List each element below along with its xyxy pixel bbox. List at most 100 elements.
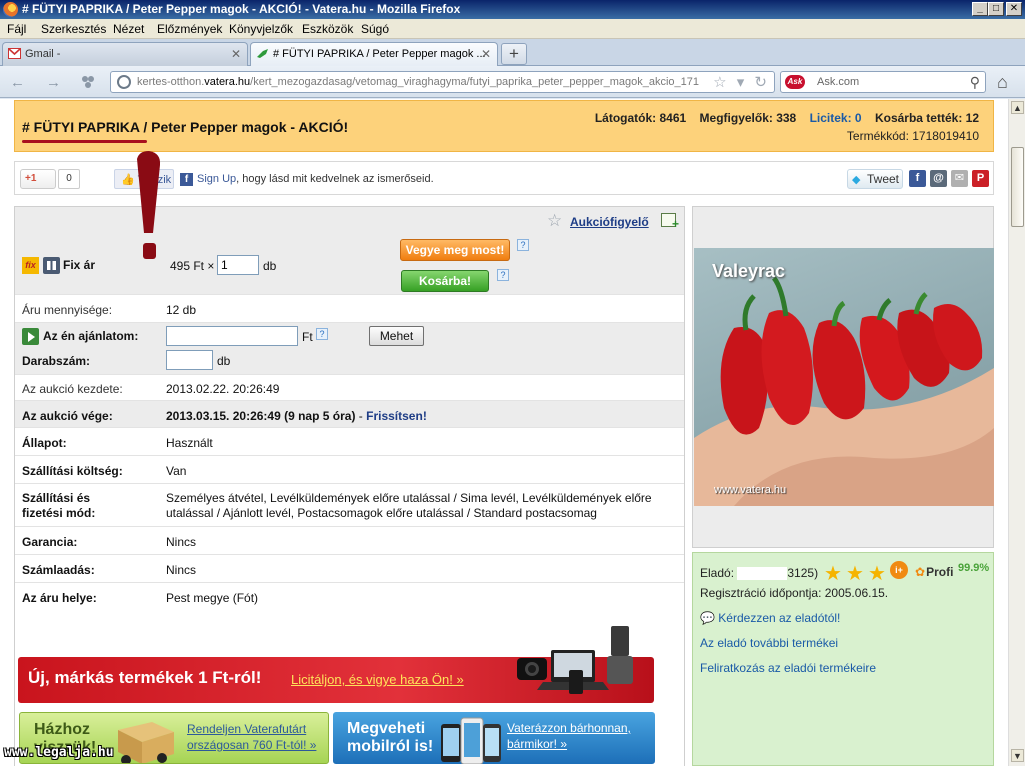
offer-row: Az én ajánlatom: Ft ? Mehet Darabszám: d… xyxy=(15,323,684,375)
watcher-count: Megfigyelők: 338 xyxy=(699,111,797,125)
tab-gmail[interactable]: Gmail - ✕ xyxy=(2,42,248,66)
facebook-share-icon[interactable]: f xyxy=(909,170,926,187)
invoice-value: Nincs xyxy=(166,563,197,577)
navigation-bar: ← → kertes-otthon.vatera.hu/kert_mezogaz… xyxy=(0,66,1025,98)
firefox-logo-icon xyxy=(3,2,18,17)
google-plus-count: 0 xyxy=(58,169,80,189)
menu-history[interactable]: Előzmények xyxy=(157,22,222,36)
state-label: Állapot: xyxy=(22,436,67,450)
search-bar[interactable]: Ask Ask.com ⚲ xyxy=(780,71,986,93)
menu-help[interactable]: Súgó xyxy=(361,22,389,36)
scroll-down-icon[interactable]: ▼ xyxy=(1011,749,1024,762)
facebook-signup-link[interactable]: Sign Up xyxy=(197,173,236,185)
ask-seller-link[interactable]: 💬 Kérdezzen az eladótól! xyxy=(700,611,840,625)
menu-view[interactable]: Nézet xyxy=(113,22,144,36)
minimize-button[interactable]: _ xyxy=(972,2,988,16)
fix-grid-icon xyxy=(43,257,60,274)
seller-name-redacted[interactable] xyxy=(737,567,788,581)
buy-help-icon[interactable]: ? xyxy=(517,239,529,251)
unit-price: 495 Ft × xyxy=(170,259,215,273)
offer-unit: Ft xyxy=(302,330,313,344)
quantity-input[interactable] xyxy=(217,255,259,275)
end-value: 2013.03.15. 20:26:49 (9 nap 5 óra) - Fri… xyxy=(166,409,427,423)
subscribe-seller-link[interactable]: Feliratkozás az eladói termékeire xyxy=(700,661,876,675)
fixed-price-row: fix Fix ár 495 Ft × db Vegye meg most! ?… xyxy=(15,235,684,295)
product-code: Termékkód: 1718019410 xyxy=(846,129,979,143)
search-icon[interactable]: ⚲ xyxy=(970,74,980,91)
tab-close-icon[interactable]: ✕ xyxy=(231,47,241,61)
menu-file[interactable]: Fájl xyxy=(7,22,26,36)
auction-watch-link[interactable]: Aukciófigyelő xyxy=(570,215,649,229)
share-icon[interactable]: @ xyxy=(930,170,947,187)
product-image[interactable]: Valeyrac www.vatera.hu xyxy=(694,248,994,506)
basket-help-icon[interactable]: ? xyxy=(497,269,509,281)
vertical-scrollbar[interactable]: ▲ ▼ xyxy=(1008,99,1025,766)
count-input[interactable] xyxy=(166,350,213,370)
add-watch-icon[interactable] xyxy=(661,213,679,231)
tab-vatera[interactable]: # FÜTYI PAPRIKA / Peter Pepper magok ...… xyxy=(250,42,498,67)
basket-count: Kosárba tették: 12 xyxy=(874,111,979,125)
back-button[interactable]: ← xyxy=(10,74,25,91)
bookmark-star-icon[interactable]: ☆ ▾ ↻ xyxy=(713,73,770,91)
start-label: Az aukció kezdete: xyxy=(22,382,123,396)
new-tab-button[interactable]: + xyxy=(501,43,527,65)
state-row: Állapot: Használt xyxy=(15,428,684,456)
pinterest-icon[interactable]: P xyxy=(972,170,989,187)
quantity-unit: db xyxy=(263,259,277,273)
ask-logo-icon[interactable]: Ask xyxy=(785,75,805,89)
tab-label: # FÜTYI PAPRIKA / Peter Pepper magok ... xyxy=(273,48,486,60)
facebook-icon: f xyxy=(180,173,193,186)
maximize-button[interactable]: □ xyxy=(988,2,1004,16)
shipping-mode-row: Szállítási és fizetési mód: Személyes át… xyxy=(15,484,684,527)
offer-label: Az én ajánlatom: xyxy=(43,329,139,343)
mobile-banner[interactable]: Megveheti mobilról is! Vaterázzon bárhon… xyxy=(333,712,655,764)
watch-star-icon[interactable]: ☆ xyxy=(547,211,562,231)
start-row: Az aukció kezdete: 2013.02.22. 20:26:49 xyxy=(15,375,684,401)
scrollbar-thumb[interactable] xyxy=(1011,147,1024,227)
stock-row: Áru mennyisége: 12 db xyxy=(15,295,684,323)
seller-items-link[interactable]: Az eladó további termékei xyxy=(700,636,838,650)
page-viewport: # FÜTYI PAPRIKA / Peter Pepper magok - A… xyxy=(0,99,1008,766)
submit-offer-button[interactable]: Mehet xyxy=(369,326,424,346)
product-stats: Látogatók: 8461 Megfigyelők: 338 Licitek… xyxy=(594,111,979,143)
fix-price-icon: fix xyxy=(22,257,39,274)
courier-banner-link[interactable]: Rendeljen Vaterafutárt országosan 760 Ft… xyxy=(187,721,327,753)
forward-button[interactable]: → xyxy=(46,74,61,91)
email-share-icon[interactable]: ✉ xyxy=(951,170,968,187)
scroll-up-icon[interactable]: ▲ xyxy=(1011,101,1024,114)
tweet-button[interactable]: ◆ Tweet xyxy=(847,169,903,189)
gmail-icon xyxy=(8,48,21,59)
google-plus-button[interactable]: +1 xyxy=(20,169,56,189)
rating-star-icon: ★ xyxy=(824,563,842,585)
menu-tools[interactable]: Eszközök xyxy=(302,22,353,36)
seller-rating-percent: 99.9% xyxy=(958,562,990,574)
search-placeholder: Ask.com xyxy=(817,76,860,88)
home-icon[interactable]: ⌂ xyxy=(997,72,1008,93)
sync-icon[interactable] xyxy=(80,74,96,90)
shipping-cost-row: Szállítási költség: Van xyxy=(15,456,684,484)
invoice-label: Számlaadás: xyxy=(22,563,95,577)
speech-bubble-icon: 💬 xyxy=(700,611,715,625)
visitor-count: Látogatók: 8461 xyxy=(594,111,687,125)
state-value: Használt xyxy=(166,436,213,450)
buy-now-button[interactable]: Vegye meg most! xyxy=(400,239,510,261)
close-window-button[interactable]: ✕ xyxy=(1006,2,1022,16)
registration-date: Regisztráció időpontja: 2005.06.15. xyxy=(700,586,889,600)
add-to-basket-button[interactable]: Kosárba! xyxy=(401,270,489,292)
offer-amount-input[interactable] xyxy=(166,326,298,346)
shipping-cost-value: Van xyxy=(166,464,187,478)
page-title: # FÜTYI PAPRIKA / Peter Pepper magok - A… xyxy=(22,119,349,135)
location-row: Az áru helye: Pest megye (Fót) xyxy=(15,583,684,611)
facebook-signup-text: Sign Up, hogy lásd mit kedvelnek az isme… xyxy=(197,173,434,185)
menu-edit[interactable]: Szerkesztés xyxy=(41,22,106,36)
mobile-banner-link[interactable]: Vaterázzon bárhonnan, bármikor! » xyxy=(507,720,647,752)
address-bar[interactable]: kertes-otthon.vatera.hu/kert_mezogazdasa… xyxy=(110,71,775,93)
tab-close-icon[interactable]: ✕ xyxy=(481,47,491,61)
refresh-link[interactable]: Frissítsen! xyxy=(366,409,427,423)
url-text[interactable]: kertes-otthon.vatera.hu/kert_mezogazdasa… xyxy=(137,76,699,88)
menu-bookmarks[interactable]: Könyvjelzők xyxy=(229,22,293,36)
offer-help-icon[interactable]: ? xyxy=(316,328,328,340)
promo-banner-link[interactable]: Licitáljon, és vigye haza Ön! » xyxy=(291,672,464,687)
seller-box: Eladó: 3125) ★ ★ ★ i+ Profi 99.9% Regisz… xyxy=(692,552,994,766)
stock-value: 12 db xyxy=(166,303,197,317)
